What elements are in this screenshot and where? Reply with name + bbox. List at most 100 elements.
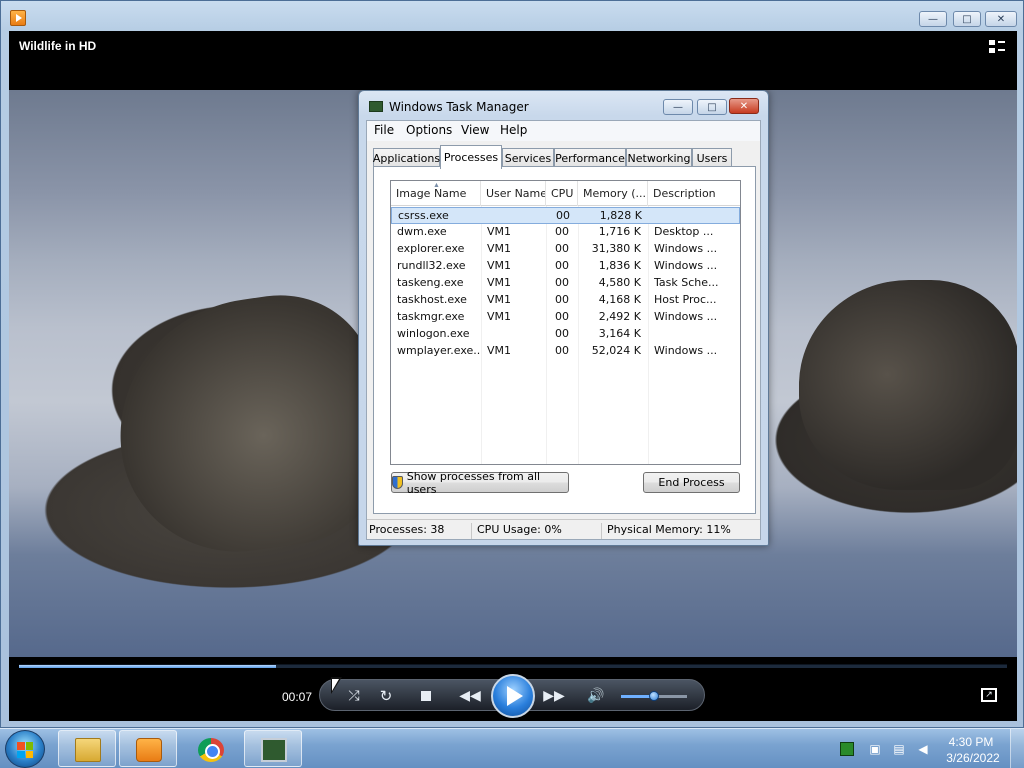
sort-ascending-icon: ▲ (433, 182, 440, 189)
maximize-button[interactable]: □ (953, 11, 981, 27)
status-cpu-usage: CPU Usage: 0% (477, 523, 602, 539)
mouse-cursor-icon (331, 677, 342, 694)
table-row[interactable]: taskmgr.exe VM1 00 2,492 K Windows ... (391, 309, 740, 326)
menu-help[interactable]: Help (500, 123, 527, 137)
volume-slider[interactable] (621, 691, 687, 701)
menu-options[interactable]: Options (406, 123, 452, 137)
minimize-icon: — (928, 13, 938, 25)
process-name: explorer.exe (397, 242, 465, 255)
tm-close-button[interactable]: ✕ (729, 98, 759, 114)
next-icon[interactable]: ▶▶ (541, 686, 567, 706)
column-image-name-label: Image Name (396, 187, 467, 200)
process-user: VM1 (487, 276, 512, 289)
media-title: Wildlife in HD (19, 39, 97, 53)
task-manager-icon (261, 738, 287, 762)
windows-logo-icon (17, 742, 33, 758)
process-cpu: 00 (555, 276, 569, 289)
volume-icon[interactable]: ◀ (916, 742, 930, 756)
process-cpu: 00 (555, 327, 569, 340)
process-user: VM1 (487, 225, 512, 238)
tm-minimize-button[interactable]: — (663, 99, 693, 115)
taskbar-task-manager[interactable] (244, 730, 302, 767)
elapsed-time: 00:07 (282, 690, 313, 704)
column-description[interactable]: Description (648, 181, 720, 206)
seek-progress (19, 665, 276, 668)
process-memory: 4,580 K (598, 276, 641, 289)
network-icon[interactable]: ▣ (868, 742, 882, 756)
status-physical-memory: Physical Memory: 11% (607, 523, 731, 536)
task-manager-window: Windows Task Manager — □ ✕ File Options … (358, 90, 769, 546)
process-list-header: Image Name ▲ User Name CPU Memory (... D… (391, 181, 740, 206)
speaker-icon[interactable]: 🔊 (585, 686, 607, 706)
status-processes: Processes: 38 (369, 523, 472, 539)
seek-bar[interactable] (19, 664, 1007, 668)
tab-users[interactable]: Users (692, 148, 732, 168)
previous-icon[interactable]: ◀◀ (457, 686, 483, 706)
tab-processes[interactable]: Processes (440, 145, 502, 169)
show-all-processes-button[interactable]: Show processes from all users (391, 470, 569, 496)
process-user: VM1 (487, 344, 512, 357)
table-row[interactable]: winlogon.exe 00 3,164 K (391, 326, 740, 343)
show-desktop-button[interactable] (1010, 729, 1024, 768)
taskbar-media-player[interactable] (119, 730, 177, 767)
start-button[interactable] (5, 730, 45, 768)
tm-maximize-button[interactable]: □ (697, 99, 727, 115)
wmp-app-icon[interactable] (10, 10, 26, 26)
tab-performance[interactable]: Performance (554, 148, 626, 168)
repeat-icon[interactable]: ↻ (375, 686, 397, 706)
column-user-name[interactable]: User Name (481, 181, 546, 206)
volume-thumb[interactable] (649, 691, 659, 701)
shuffle-icon[interactable]: ⤮ (343, 686, 365, 706)
column-cpu[interactable]: CPU (546, 181, 578, 206)
process-name: dwm.exe (397, 225, 447, 238)
tab-networking[interactable]: Networking (626, 148, 692, 168)
clock-time: 4:30 PM (948, 735, 994, 749)
wmp-icon (136, 738, 162, 762)
fullscreen-icon[interactable]: ↗ (981, 688, 997, 702)
stop-icon[interactable] (415, 686, 437, 706)
table-row[interactable]: csrss.exe 00 1,828 K (391, 207, 740, 224)
process-description: Task Sche... (654, 276, 718, 289)
taskbar: ▣ ▤ ◀ 4:30 PM 3/26/2022 (0, 728, 1024, 768)
process-user: VM1 (487, 259, 512, 272)
table-row[interactable]: taskeng.exe VM1 00 4,580 K Task Sche... (391, 275, 740, 292)
column-memory[interactable]: Memory (... (578, 181, 648, 206)
process-description: Desktop ... (654, 225, 714, 238)
folder-icon (75, 738, 101, 762)
table-row[interactable]: taskhost.exe VM1 00 4,168 K Host Proc... (391, 292, 740, 309)
tab-services[interactable]: Services (502, 148, 554, 168)
process-list[interactable]: Image Name ▲ User Name CPU Memory (... D… (390, 180, 741, 465)
table-row[interactable]: wmplayer.exe... VM1 00 52,024 K Windows ... (391, 343, 740, 360)
play-icon[interactable] (491, 674, 535, 718)
table-row[interactable]: rundll32.exe VM1 00 1,836 K Windows ... (391, 258, 740, 275)
close-button[interactable]: ✕ (985, 11, 1017, 27)
table-row[interactable]: dwm.exe VM1 00 1,716 K Desktop ... (391, 224, 740, 241)
action-center-icon[interactable] (840, 742, 854, 756)
task-manager-body: File Options View Help Applications Proc… (366, 120, 761, 540)
minimize-button[interactable]: — (919, 11, 947, 27)
menu-view[interactable]: View (461, 123, 489, 137)
process-name: taskmgr.exe (397, 310, 465, 323)
close-icon: ✕ (739, 100, 749, 112)
seal-right (799, 280, 1017, 490)
system-tray: ▣ ▤ ◀ 4:30 PM 3/26/2022 (832, 729, 1024, 768)
tab-applications[interactable]: Applications (373, 148, 440, 168)
playback-controls: 00:07 ⤮ ↻ ◀◀ ▶▶ 🔊 ↗ (9, 671, 1017, 721)
process-name: taskeng.exe (397, 276, 464, 289)
process-description: Windows ... (654, 259, 718, 272)
process-memory: 3,164 K (598, 327, 641, 340)
switch-to-library-icon[interactable] (989, 40, 1005, 54)
process-name: csrss.exe (398, 209, 449, 222)
taskbar-chrome[interactable] (181, 730, 239, 767)
taskbar-explorer[interactable] (58, 730, 116, 767)
menu-bar: File Options View Help (367, 121, 760, 141)
process-memory: 1,836 K (598, 259, 641, 272)
table-row[interactable]: explorer.exe VM1 00 31,380 K Windows ... (391, 241, 740, 258)
media-player-titlebar[interactable]: — □ ✕ (1, 1, 1023, 31)
end-process-button[interactable]: End Process (643, 472, 740, 493)
task-manager-title: Windows Task Manager (389, 100, 529, 114)
process-description: Windows ... (654, 242, 718, 255)
process-user: VM1 (487, 242, 512, 255)
network-status-icon[interactable]: ▤ (892, 742, 906, 756)
menu-file[interactable]: File (374, 123, 394, 137)
